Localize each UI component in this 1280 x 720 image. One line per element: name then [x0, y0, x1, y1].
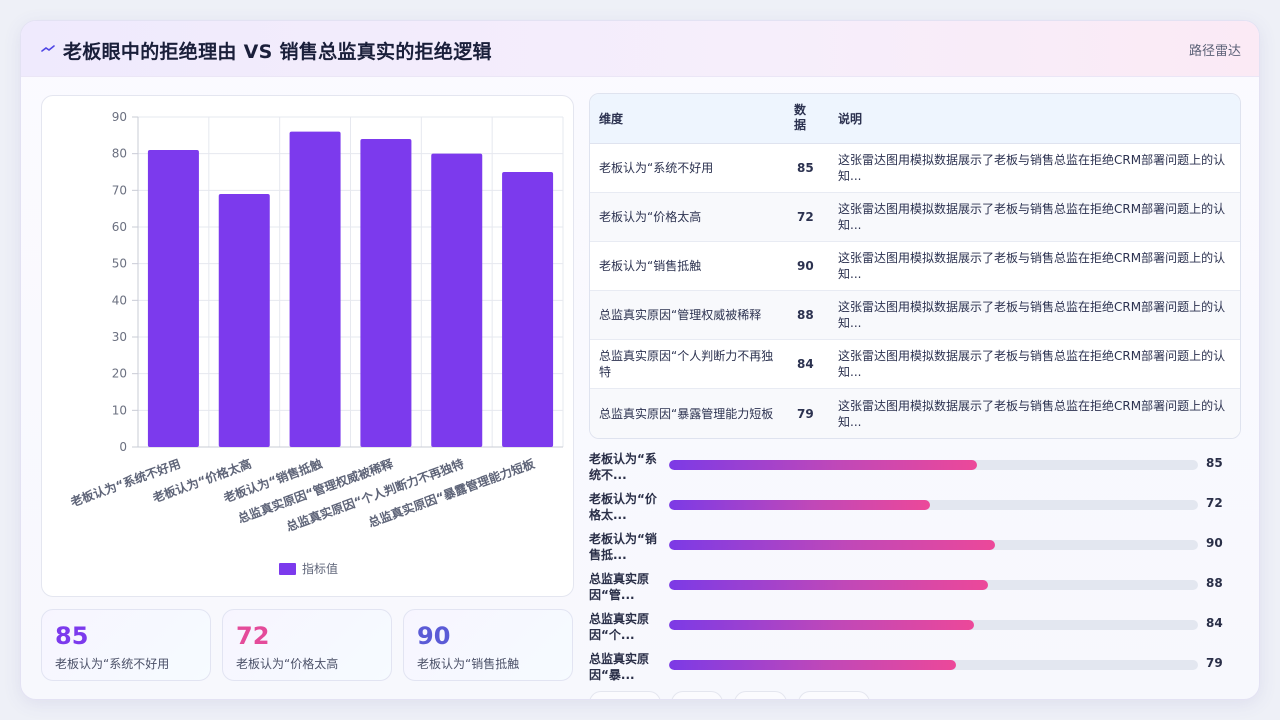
- stat-card: 72 老板认为“价格太高: [222, 609, 392, 681]
- cell-value: 79: [788, 388, 829, 438]
- progress-row: 总监真实原因“暴... 79: [589, 651, 1249, 685]
- stat-label: 老板认为“系统不好用: [55, 657, 170, 671]
- bar-chart: 0102030405060708090老板认为“系统不好用老板认为“价格太高老板…: [68, 110, 564, 576]
- y-tick-label: 80: [112, 147, 127, 161]
- progress-label: 总监真实原因“管...: [589, 572, 650, 602]
- table-row: 老板认为“系统不好用 85 这张雷达图用模拟数据展示了老板与销售总监在拒绝CRM…: [590, 143, 1240, 193]
- legend-label: 指标值: [302, 561, 338, 576]
- y-tick-label: 50: [112, 257, 127, 271]
- progress-value: 88: [1206, 576, 1223, 590]
- table-row: 老板认为“销售抵触 90 这张雷达图用模拟数据展示了老板与销售总监在拒绝CRM部…: [590, 241, 1240, 292]
- progress-row: 总监真实原因“管... 88: [589, 571, 1249, 605]
- progress-row: 老板认为“销售抵... 90: [589, 531, 1249, 565]
- column-header-data: 数据: [788, 94, 829, 144]
- progress-label: 老板认为“销售抵...: [589, 532, 657, 562]
- cell-value: 90: [788, 241, 829, 292]
- dashboard-card: 老板眼中的拒绝理由 VS 销售总监真实的拒绝逻辑 路径雷达 0 10 20 30 40 5…: [20, 20, 1260, 700]
- progress-fill: [669, 580, 988, 590]
- bar: [360, 139, 412, 447]
- cell-description: 这张雷达图用模拟数据展示了老板与销售总监在拒绝CRM部署问题上的认知...: [829, 339, 1240, 390]
- tag-chip[interactable]: [671, 691, 723, 699]
- header: 老板眼中的拒绝理由 VS 销售总监真实的拒绝逻辑 路径雷达: [21, 21, 1259, 77]
- progress-track: [669, 500, 1198, 510]
- progress-value: 84: [1206, 616, 1223, 630]
- cell-value: 72: [788, 192, 829, 242]
- y-tick-label: 0: [119, 440, 127, 454]
- y-tick-label: 90: [112, 110, 127, 124]
- cell-description: 这张雷达图用模拟数据展示了老板与销售总监在拒绝CRM部署问题上的认知...: [829, 241, 1240, 292]
- bar: [147, 150, 199, 447]
- tag-chip[interactable]: [734, 691, 787, 699]
- y-tick-label: 30: [112, 330, 127, 344]
- bar: [289, 131, 341, 447]
- cell-dimension: 总监真实原因“个人判断力不再独特: [590, 339, 788, 390]
- y-tick-label: 40: [112, 293, 127, 307]
- progress-value: 72: [1206, 496, 1223, 510]
- stat-label: 老板认为“价格太高: [236, 657, 339, 671]
- table-row: 总监真实原因“管理权威被稀释 88 这张雷达图用模拟数据展示了老板与销售总监在拒…: [590, 290, 1240, 341]
- data-table: 维度 数据 说明 老板认为“系统不好用 85 这张雷达图用模拟数据展示了老板与销…: [589, 93, 1241, 439]
- progress-row: 老板认为“系统不... 85: [589, 451, 1249, 485]
- cell-description: 这张雷达图用模拟数据展示了老板与销售总监在拒绝CRM部署问题上的认知...: [829, 388, 1240, 438]
- cell-dimension: 老板认为“系统不好用: [590, 143, 788, 193]
- cell-description: 这张雷达图用模拟数据展示了老板与销售总监在拒绝CRM部署问题上的认知...: [829, 192, 1240, 242]
- progress-track: [669, 580, 1198, 590]
- progress-track: [669, 460, 1198, 470]
- radar-link[interactable]: 路径雷达: [1189, 40, 1241, 59]
- stat-value: 85: [55, 622, 89, 650]
- progress-label: 老板认为“系统不...: [589, 452, 657, 482]
- y-tick-label: 10: [112, 403, 127, 417]
- cell-dimension: 总监真实原因“暴露管理能力短板: [590, 388, 788, 438]
- progress-value: 85: [1206, 456, 1223, 470]
- page-title: 老板眼中的拒绝理由 VS 销售总监真实的拒绝逻辑: [63, 41, 492, 63]
- progress-label: 老板认为“价格太...: [589, 492, 657, 522]
- y-tick-label: 70: [112, 183, 127, 197]
- progress-label: 总监真实原因“暴...: [589, 652, 650, 682]
- stat-card: 90 老板认为“销售抵触: [403, 609, 573, 681]
- stat-label: 老板认为“销售抵触: [417, 657, 520, 671]
- tag-chip[interactable]: [798, 691, 870, 699]
- cell-dimension: 老板认为“价格太高: [590, 192, 788, 242]
- wave-icon: [41, 45, 55, 52]
- progress-fill: [669, 660, 956, 670]
- bar-chart-panel: 0 10 20 30 40 50 60 70 80 90 老板认为“系统不好用 老板认为“价格太高 老板…: [41, 95, 574, 597]
- stat-value: 90: [417, 622, 451, 650]
- progress-fill: [669, 500, 931, 510]
- progress-row: 老板认为“价格太... 72: [589, 491, 1249, 525]
- legend-swatch: [279, 563, 296, 575]
- progress-track: [669, 540, 1198, 550]
- cell-description: 这张雷达图用模拟数据展示了老板与销售总监在拒绝CRM部署问题上的认知...: [829, 143, 1240, 193]
- bar: [502, 172, 554, 447]
- progress-row: 总监真实原因“个... 84: [589, 611, 1249, 645]
- stat-card: 85 老板认为“系统不好用: [41, 609, 211, 681]
- progress-label: 总监真实原因“个...: [589, 612, 650, 642]
- progress-fill: [669, 620, 974, 630]
- progress-track: [669, 620, 1198, 630]
- table-row: 总监真实原因“暴露管理能力短板 79 这张雷达图用模拟数据展示了老板与销售总监在…: [590, 388, 1240, 438]
- y-tick-label: 60: [112, 220, 127, 234]
- cell-description: 这张雷达图用模拟数据展示了老板与销售总监在拒绝CRM部署问题上的认知...: [829, 290, 1240, 341]
- table-row: 总监真实原因“个人判断力不再独特 84 这张雷达图用模拟数据展示了老板与销售总监…: [590, 339, 1240, 390]
- cell-value: 85: [788, 143, 829, 193]
- cell-dimension: 总监真实原因“管理权威被稀释: [590, 290, 788, 341]
- tag-chip[interactable]: [589, 691, 661, 699]
- progress-value: 79: [1206, 656, 1223, 670]
- progress-value: 90: [1206, 536, 1223, 550]
- column-header-data-label: 数据: [794, 103, 807, 133]
- bar: [431, 153, 483, 447]
- progress-fill: [669, 460, 978, 470]
- progress-fill: [669, 540, 996, 550]
- progress-track: [669, 660, 1198, 670]
- bar: [218, 194, 270, 447]
- cell-dimension: 老板认为“销售抵触: [590, 241, 788, 292]
- cell-value: 84: [788, 339, 829, 390]
- column-header-description: 说明: [829, 94, 1240, 144]
- stat-value: 72: [236, 622, 270, 650]
- table-row: 老板认为“价格太高 72 这张雷达图用模拟数据展示了老板与销售总监在拒绝CRM部…: [590, 192, 1240, 242]
- y-tick-label: 20: [112, 367, 127, 381]
- cell-value: 88: [788, 290, 829, 341]
- table-header-row: 维度 数据 说明: [590, 94, 1240, 144]
- column-header-dimension: 维度: [590, 94, 788, 144]
